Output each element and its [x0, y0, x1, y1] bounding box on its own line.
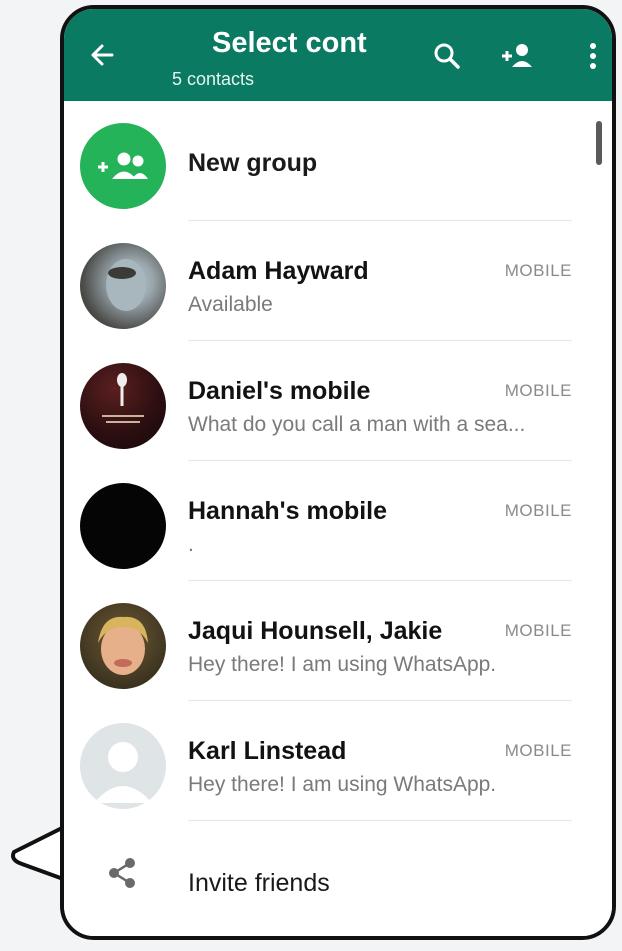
avatar — [80, 363, 166, 449]
contact-name: Adam Hayward — [188, 257, 369, 285]
contact-status: What do you call a man with a sea... — [188, 413, 526, 436]
phone-frame: Select cont 5 contacts New group Adam Ha… — [60, 5, 616, 940]
search-icon[interactable] — [430, 39, 464, 73]
add-group-icon — [98, 152, 148, 179]
avatar — [80, 603, 166, 689]
avatar — [80, 723, 166, 809]
contact-status: Hey there! I am using WhatsApp. — [188, 773, 497, 796]
contact-status: Available — [188, 293, 273, 316]
contact-type: MOBILE — [504, 261, 572, 280]
new-group-row[interactable]: New group — [64, 101, 612, 221]
contact-row[interactable]: Jaqui Hounsell, Jakie Hey there! I am us… — [64, 581, 612, 701]
contacts-count: 5 contacts — [172, 69, 255, 89]
contact-row[interactable]: Daniel's mobile What do you call a man w… — [64, 341, 612, 461]
contacts-list[interactable]: New group Adam Hayward Available MOBILE — [64, 101, 612, 936]
avatar-photo — [106, 259, 146, 311]
contact-row[interactable]: Adam Hayward Available MOBILE — [64, 221, 612, 341]
page-title: Select cont — [212, 27, 367, 59]
avatar — [80, 243, 166, 329]
contact-name: Hannah's mobile — [188, 497, 388, 525]
avatar-photo — [98, 616, 148, 675]
back-arrow-icon[interactable] — [86, 39, 118, 71]
contact-name: Daniel's mobile — [188, 377, 371, 405]
contact-name: Karl Linstead — [188, 737, 347, 765]
contact-row[interactable]: Karl Linstead Hey there! I am using What… — [64, 701, 612, 821]
contact-status: . — [188, 533, 194, 556]
add-contact-icon[interactable] — [500, 39, 534, 73]
contact-name: Jaqui Hounsell, Jakie — [188, 617, 443, 645]
more-vert-icon[interactable] — [576, 39, 610, 73]
app-bar: Select cont 5 contacts — [64, 9, 612, 101]
new-group-label: New group — [188, 149, 318, 177]
avatar-photo — [102, 373, 144, 423]
invite-friends-row[interactable]: Invite friends — [64, 821, 612, 936]
contact-type: MOBILE — [504, 621, 572, 640]
invite-friends-label: Invite friends — [188, 869, 330, 897]
screen: Select cont 5 contacts New group Adam Ha… — [0, 0, 622, 951]
new-group-avatar — [80, 123, 166, 209]
contact-row[interactable]: Hannah's mobile . MOBILE — [64, 461, 612, 581]
avatar — [80, 483, 166, 569]
default-avatar-icon — [94, 742, 152, 803]
contact-type: MOBILE — [504, 501, 572, 520]
contact-type: MOBILE — [504, 741, 572, 760]
contact-type: MOBILE — [504, 381, 572, 400]
contact-status: Hey there! I am using WhatsApp. — [188, 653, 497, 676]
share-icon — [109, 858, 135, 888]
